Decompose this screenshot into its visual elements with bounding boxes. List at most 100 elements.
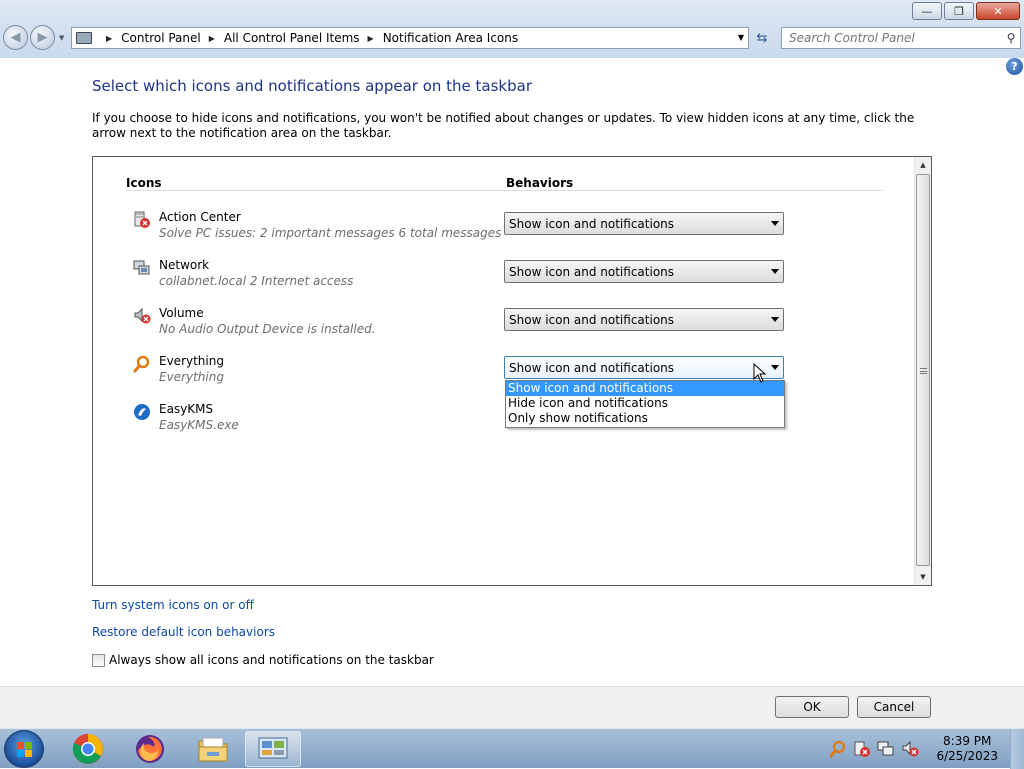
action-center-tray-icon[interactable] — [853, 740, 871, 758]
behavior-value: Show icon and notifications — [509, 312, 675, 327]
list-item-network: Network collabnet.local 2 Internet acces… — [133, 258, 493, 298]
close-button[interactable]: ✕ — [976, 2, 1020, 20]
everything-tray-icon[interactable] — [829, 740, 847, 758]
everything-search-icon — [133, 355, 150, 373]
item-detail: No Audio Output Device is installed. — [159, 322, 376, 336]
taskbar-chrome[interactable] — [60, 731, 116, 767]
cancel-button[interactable]: Cancel — [857, 696, 931, 718]
taskbar-firefox[interactable] — [122, 731, 178, 767]
turn-system-icons-link[interactable]: Turn system icons on or off — [92, 598, 254, 612]
list-item-action-center: Action Center Solve PC issues: 2 importa… — [133, 210, 501, 250]
item-name: Network — [159, 258, 210, 272]
breadcrumb-notification-area-icons[interactable]: Notification Area Icons — [383, 31, 518, 45]
icons-column-header: Icons — [126, 176, 162, 190]
always-show-checkbox[interactable] — [92, 653, 105, 667]
item-name: EasyKMS — [159, 402, 214, 416]
scroll-grip-icon — [920, 368, 927, 374]
search-box[interactable]: ⚲ — [781, 27, 1021, 49]
search-icon[interactable]: ⚲ — [1002, 31, 1020, 45]
maximize-button[interactable]: ❐ — [944, 2, 974, 20]
item-detail: Everything — [159, 370, 224, 384]
dropdown-option-only-notifications[interactable]: Only show notifications — [506, 411, 784, 426]
always-show-label[interactable]: Always show all icons and notifications … — [109, 653, 434, 667]
behavior-select-network[interactable]: Show icon and notifications — [504, 260, 784, 283]
page-title: Select which icons and notifications app… — [92, 77, 532, 95]
taskbar-control-panel[interactable] — [245, 731, 301, 767]
item-detail: EasyKMS.exe — [159, 418, 239, 432]
item-name: Action Center — [159, 210, 241, 224]
window-controls: — ❐ ✕ — [910, 2, 1020, 20]
vertical-scrollbar[interactable]: ▲ ▼ — [914, 157, 931, 585]
mouse-cursor-icon — [753, 363, 767, 383]
start-button[interactable] — [4, 730, 44, 768]
breadcrumb-separator-icon[interactable]: ▶ — [106, 34, 112, 43]
item-name: Everything — [159, 354, 224, 368]
chevron-down-icon — [771, 221, 779, 226]
control-panel-icon — [76, 32, 92, 44]
breadcrumb-separator-icon[interactable]: ▶ — [209, 34, 215, 43]
breadcrumb-separator-icon[interactable]: ▶ — [368, 34, 374, 43]
control-panel-icon — [258, 737, 288, 759]
scroll-down-icon[interactable]: ▼ — [915, 569, 931, 585]
clock-time: 8:39 PM — [943, 734, 992, 748]
action-center-icon — [134, 211, 150, 228]
behavior-value: Show icon and notifications — [509, 360, 675, 375]
help-icon[interactable]: ? — [1006, 58, 1023, 75]
back-button[interactable]: ◀ — [3, 25, 28, 50]
breadcrumb-all-items[interactable]: All Control Panel Items — [224, 31, 360, 45]
scroll-thumb[interactable] — [916, 174, 930, 566]
list-item-easykms: EasyKMS EasyKMS.exe — [133, 402, 493, 442]
restore-defaults-link[interactable]: Restore default icon behaviors — [92, 625, 275, 639]
ok-button[interactable]: OK — [775, 696, 849, 718]
page-description: If you choose to hide icons and notifica… — [92, 111, 915, 140]
chevron-down-icon — [771, 317, 779, 322]
taskbar-file-explorer[interactable] — [185, 731, 241, 767]
always-show-checkbox-row[interactable]: Always show all icons and notifications … — [92, 653, 434, 667]
refresh-icon: ⇆ — [756, 30, 768, 46]
icons-behaviors-panel: Icons Behaviors Action Center Solve PC i… — [92, 156, 932, 586]
window-titlebar: — ❐ ✕ ◀ ▶ ▼ ▶ Control Panel ▶ All Contro… — [0, 0, 1024, 58]
forward-button[interactable]: ▶ — [30, 25, 55, 50]
search-input[interactable] — [782, 30, 1002, 46]
network-tray-icon[interactable] — [877, 740, 895, 758]
dialog-button-bar: OK Cancel — [0, 686, 1024, 728]
chevron-down-icon — [771, 269, 779, 274]
behavior-dropdown-list: Show icon and notifications Hide icon an… — [505, 380, 785, 428]
behavior-value: Show icon and notifications — [509, 264, 675, 279]
clock[interactable]: 8:39 PM 6/25/2023 — [936, 734, 998, 764]
behavior-select-volume[interactable]: Show icon and notifications — [504, 308, 784, 331]
breadcrumb-control-panel[interactable]: Control Panel — [121, 31, 201, 45]
file-explorer-icon — [198, 737, 228, 762]
navigation-buttons: ◀ ▶ ▼ — [3, 25, 64, 50]
address-dropdown-icon[interactable]: ▼ — [738, 33, 744, 42]
minimize-button[interactable]: — — [912, 2, 942, 20]
behavior-select-action-center[interactable]: Show icon and notifications — [504, 212, 784, 235]
item-detail: collabnet.local 2 Internet access — [159, 274, 354, 288]
volume-tray-icon[interactable] — [901, 740, 919, 758]
taskbar: 8:39 PM 6/25/2023 — [0, 728, 1024, 769]
item-detail: Solve PC issues: 2 important messages 6 … — [159, 226, 502, 240]
recent-pages-dropdown[interactable]: ▼ — [59, 34, 64, 42]
forward-arrow-icon: ▶ — [37, 30, 48, 45]
network-icon — [133, 260, 150, 275]
easykms-icon — [134, 404, 150, 420]
behaviors-column-header: Behaviors — [506, 176, 574, 190]
clock-date: 6/25/2023 — [936, 749, 998, 763]
chrome-icon — [72, 733, 103, 764]
back-arrow-icon: ◀ — [10, 30, 21, 45]
dropdown-option-show[interactable]: Show icon and notifications — [506, 381, 784, 396]
list-item-volume: Volume No Audio Output Device is install… — [133, 306, 493, 346]
firefox-icon — [136, 735, 164, 763]
scroll-up-icon[interactable]: ▲ — [915, 157, 931, 173]
header-divider — [126, 190, 883, 191]
behavior-value: Show icon and notifications — [509, 216, 675, 231]
refresh-button[interactable]: ⇆ — [750, 27, 774, 49]
address-bar[interactable]: ▶ Control Panel ▶ All Control Panel Item… — [71, 27, 749, 49]
show-desktop-button[interactable] — [1010, 729, 1024, 769]
list-item-everything: Everything Everything — [133, 354, 493, 394]
system-tray: 8:39 PM 6/25/2023 — [826, 729, 1024, 769]
behavior-select-everything[interactable]: Show icon and notifications — [504, 356, 784, 379]
dropdown-option-hide[interactable]: Hide icon and notifications — [506, 396, 784, 411]
windows-logo-icon — [17, 742, 32, 757]
volume-muted-icon — [134, 307, 151, 324]
